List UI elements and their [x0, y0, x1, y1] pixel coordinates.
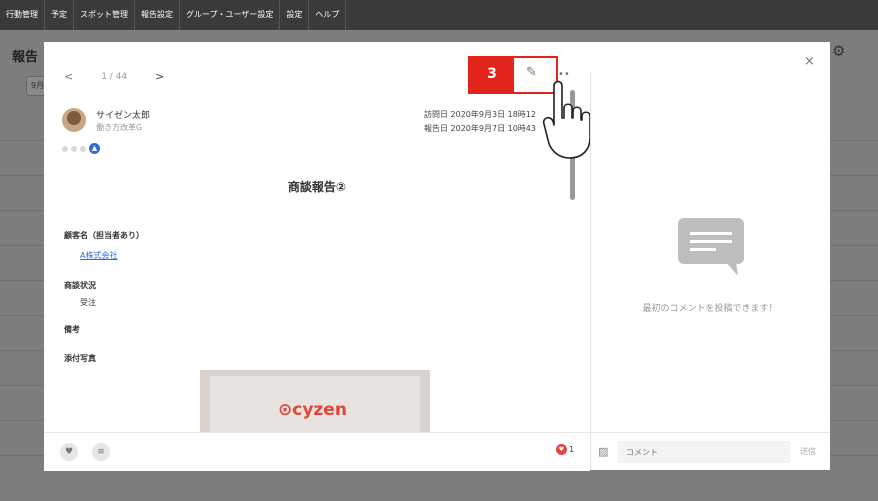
nav-activity[interactable]: 行動管理 [0, 0, 45, 30]
nav-schedule[interactable]: 予定 [45, 0, 74, 30]
heart-icon[interactable]: ♥ [60, 443, 78, 461]
like-heart-icon: ♥ [556, 444, 567, 455]
next-icon[interactable]: > [155, 70, 164, 83]
send-button[interactable]: 送信 [800, 446, 816, 457]
gear-icon[interactable]: ⚙ [832, 42, 845, 60]
report-panel: < 1 / 44 > サイゼン太郎 働き方改革G 訪問日 2020年9月3日 1… [44, 42, 591, 471]
nav-help[interactable]: ヘルプ [309, 0, 347, 30]
top-nav: 行動管理 予定 スポット管理 報告設定 グループ・ユーザー設定 設定 ヘルプ [0, 0, 878, 30]
step-dot [62, 145, 68, 152]
report-title: 商談報告② [287, 180, 347, 194]
customer-link[interactable]: A株式会社 [80, 250, 117, 261]
step-dot [71, 145, 77, 152]
logo-icon: ⊙ [278, 400, 293, 420]
pencil-icon[interactable]: ✎ [526, 65, 537, 80]
photo-logo: ⊙cyzen [278, 400, 347, 420]
like-count[interactable]: ♥ 1 [556, 444, 574, 455]
pager: < 1 / 44 > [64, 70, 164, 83]
comment-icon[interactable]: ≡ [92, 443, 110, 461]
comment-input[interactable] [618, 441, 790, 463]
pointing-hand-icon [542, 80, 591, 159]
field-label-customer: 顧客名（担当者あり） [64, 231, 144, 240]
avatar [62, 108, 86, 132]
nav-group-user[interactable]: グループ・ユーザー設定 [180, 0, 281, 30]
step-dot [80, 145, 86, 152]
visit-date: 訪問日 2020年9月3日 18時12 [424, 110, 536, 119]
comment-bar: ▨ 送信 [590, 432, 830, 471]
author-department: 働き方改革G [96, 123, 143, 132]
step-number: 3 [470, 58, 514, 92]
image-icon[interactable]: ▨ [598, 445, 608, 458]
comment-bubble-icon [678, 218, 744, 276]
report-actions: ♥ ≡ ♥ 1 [44, 432, 590, 471]
author-name: サイゼン太郎 [96, 111, 151, 121]
field-label-photos: 添付写真 [64, 354, 96, 363]
attached-photo[interactable]: ⊙cyzen [200, 370, 430, 432]
report-modal: × < 1 / 44 > サイゼン太郎 働き方改革G 訪問日 2020年9月3日… [44, 42, 830, 471]
pager-position: 1 / 44 [101, 71, 128, 82]
report-date: 報告日 2020年9月7日 10時43 [424, 124, 536, 133]
nav-settings[interactable]: 設定 [280, 0, 310, 30]
page-title: 報告 [12, 50, 39, 65]
close-icon[interactable]: × [804, 54, 815, 69]
chevron-up-icon[interactable]: ▲ [89, 143, 100, 154]
panel-divider [590, 72, 591, 470]
nav-spot[interactable]: スポット管理 [74, 0, 135, 30]
field-label-notes: 備考 [64, 325, 80, 334]
status-value: 受注 [80, 298, 96, 307]
field-label-status: 商談状況 [64, 281, 96, 290]
empty-comments-text: 最初のコメントを投稿できます！ [642, 304, 778, 314]
nav-report-settings[interactable]: 報告設定 [135, 0, 180, 30]
prev-icon[interactable]: < [64, 70, 73, 83]
approval-steps: ▲ [62, 143, 100, 154]
